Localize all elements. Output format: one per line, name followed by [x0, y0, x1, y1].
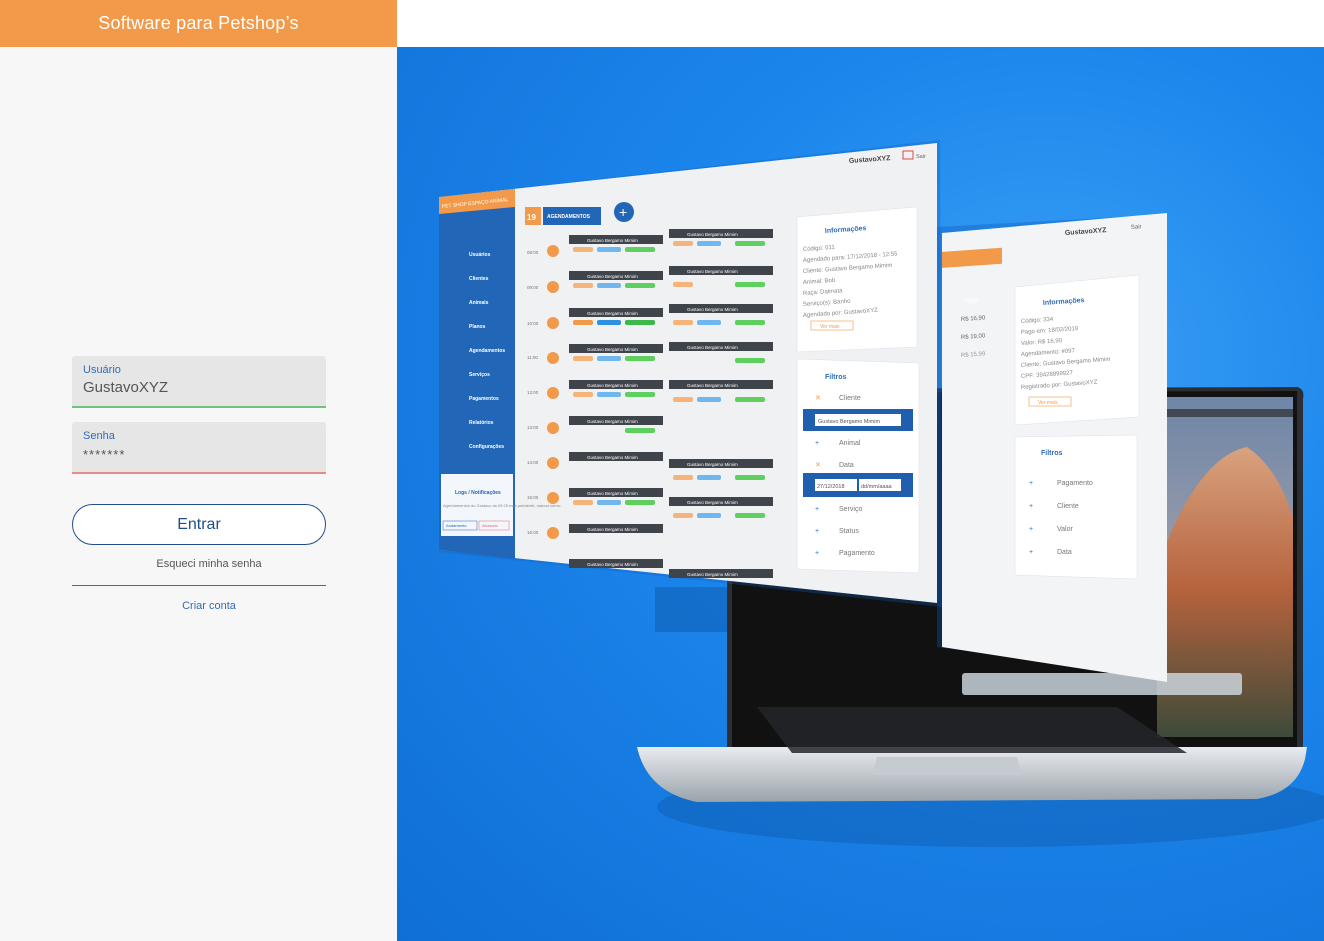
svg-text:08:00: 08:00 [527, 250, 539, 255]
svg-text:Configurações: Configurações [469, 444, 504, 450]
svg-text:Gustavo Bergamo Mimim: Gustavo Bergamo Mimim [587, 562, 638, 567]
svg-text:+: + [1029, 503, 1033, 510]
svg-text:Gustavo Bergamo Mimim: Gustavo Bergamo Mimim [587, 491, 638, 496]
svg-text:Gustavo Bergamo Mimim: Gustavo Bergamo Mimim [687, 232, 738, 237]
svg-text:Gustavo Bergamo Mimim: Gustavo Bergamo Mimim [687, 307, 738, 312]
svg-text:27/12/2018: 27/12/2018 [817, 484, 845, 490]
svg-text:+: + [1029, 526, 1033, 533]
svg-text:Pagamentos: Pagamentos [469, 396, 499, 402]
hero-illustration: Valor R$ 16,90 R$ 19,00 R$ 15,99 Gustavo… [397, 47, 1324, 941]
agenda-window-mockup: PET SHOP ESPAÇO ANIMAL Usuários Clientes… [439, 140, 942, 632]
svg-text:Pagamento: Pagamento [839, 550, 875, 557]
password-label: Senha [83, 430, 115, 442]
svg-text:19: 19 [527, 213, 536, 222]
svg-text:Clientes: Clientes [469, 276, 489, 282]
svg-text:+: + [815, 550, 819, 557]
svg-text:13:00: 13:00 [527, 425, 539, 430]
svg-text:Gustavo Bergamo Mimim: Gustavo Bergamo Mimim [687, 500, 738, 505]
svg-text:Gustavo Bergamo Mimim: Gustavo Bergamo Mimim [587, 311, 638, 316]
svg-text:Pagamento: Pagamento [1057, 480, 1093, 487]
svg-text:Gustavo Bergamo Mimim: Gustavo Bergamo Mimim [687, 462, 738, 467]
svg-text:Gustavo Bergamo Mimim: Gustavo Bergamo Mimim [587, 347, 638, 352]
svg-text:Serviços: Serviços [469, 372, 490, 378]
svg-text:Gustavo Bergamo Mimim: Gustavo Bergamo Mimim [587, 455, 638, 460]
svg-text:Sair: Sair [1131, 224, 1142, 231]
svg-text:Gustavo Bergamo Mimim: Gustavo Bergamo Mimim [687, 345, 738, 350]
username-field[interactable]: Usuário [72, 356, 326, 408]
svg-text:Filtros: Filtros [825, 374, 846, 381]
hero-top-strip [397, 0, 1324, 47]
svg-text:Agendamentos do Gustavo às 09:: Agendamentos do Gustavo às 09:25 está pe… [443, 503, 561, 508]
svg-text:Cliente: Cliente [1057, 503, 1079, 510]
username-label: Usuário [83, 364, 121, 376]
payments-col-title: Valor [963, 297, 980, 305]
svg-text:Ver mais: Ver mais [1038, 400, 1058, 406]
svg-text:✕: ✕ [815, 462, 821, 469]
svg-text:Relatórios: Relatórios [469, 420, 494, 426]
svg-text:Valor: Valor [1057, 526, 1073, 533]
svg-text:+: + [815, 440, 819, 447]
svg-text:16:00: 16:00 [527, 530, 539, 535]
svg-text:Gustavo Bergamo Mimim: Gustavo Bergamo Mimim [587, 383, 638, 388]
svg-text:Serviço: Serviço [839, 506, 862, 513]
app-header: Software para Petshop’s [0, 0, 397, 47]
svg-text:Agendamentos: Agendamentos [469, 348, 505, 354]
svg-text:+: + [619, 204, 627, 220]
svg-text:14:00: 14:00 [527, 460, 539, 465]
svg-text:Usuários: Usuários [469, 252, 491, 258]
svg-text:Gustavo Bergamo Mimim: Gustavo Bergamo Mimim [687, 572, 738, 577]
svg-text:Andamento: Andamento [446, 523, 467, 528]
svg-text:Gustavo Bergamo Mimim: Gustavo Bergamo Mimim [587, 527, 638, 532]
forgot-password-link[interactable]: Esqueci minha senha [72, 558, 346, 570]
svg-text:+: + [815, 506, 819, 513]
svg-text:AGENDAMENTOS: AGENDAMENTOS [547, 214, 591, 220]
svg-text:Data: Data [839, 462, 854, 469]
svg-text:Animal: Animal [839, 440, 861, 447]
svg-text:+: + [1029, 549, 1033, 556]
svg-text:Status: Status [839, 528, 859, 535]
svg-text:Sair: Sair [916, 154, 926, 160]
svg-text:11:00: 11:00 [527, 355, 538, 360]
app-title: Software para Petshop’s [98, 13, 299, 33]
login-button[interactable]: Entrar [72, 504, 326, 545]
password-field[interactable]: Senha [72, 422, 326, 474]
svg-text:12:00: 12:00 [527, 390, 539, 395]
svg-text:+: + [815, 528, 819, 535]
svg-text:Gustavo Bergamo Mimim: Gustavo Bergamo Mimim [818, 419, 880, 425]
svg-text:09:00: 09:00 [527, 285, 539, 290]
login-panel: Software para Petshop’s Usuário Senha En… [0, 0, 397, 941]
svg-text:10:00: 10:00 [527, 321, 539, 326]
device-mockup-illustration: Valor R$ 16,90 R$ 19,00 R$ 15,99 Gustavo… [439, 140, 1324, 847]
svg-text:Gustavo Bergamo Mimim: Gustavo Bergamo Mimim [587, 274, 638, 279]
svg-text:✕: ✕ [815, 395, 821, 402]
svg-text:dd/mm/aaaa: dd/mm/aaaa [861, 484, 893, 490]
svg-text:Gustavo Bergamo Mimim: Gustavo Bergamo Mimim [587, 238, 638, 243]
svg-text:Planos: Planos [469, 324, 486, 330]
svg-text:Filtros: Filtros [1041, 450, 1062, 457]
svg-text:Ver mais: Ver mais [820, 324, 840, 330]
svg-text:Animais: Animais [469, 300, 489, 306]
username-input[interactable] [83, 379, 313, 396]
svg-text:Gustavo Bergamo Mimim: Gustavo Bergamo Mimim [687, 383, 738, 388]
svg-text:Atrasado: Atrasado [482, 523, 499, 528]
svg-text:Data: Data [1057, 549, 1072, 556]
svg-text:15:00: 15:00 [527, 495, 539, 500]
svg-text:Gustavo Bergamo Mimim: Gustavo Bergamo Mimim [587, 419, 638, 424]
divider [72, 585, 326, 586]
svg-text:Gustavo Bergamo Mimim: Gustavo Bergamo Mimim [687, 269, 738, 274]
svg-text:Logs / Notificações: Logs / Notificações [455, 490, 501, 496]
payments-window-mockup: Valor R$ 16,90 R$ 19,00 R$ 15,99 Gustavo… [937, 213, 1167, 682]
create-account-link[interactable]: Criar conta [72, 600, 346, 612]
password-input[interactable] [83, 447, 313, 462]
svg-text:+: + [1029, 480, 1033, 487]
svg-text:Cliente: Cliente [839, 395, 861, 402]
